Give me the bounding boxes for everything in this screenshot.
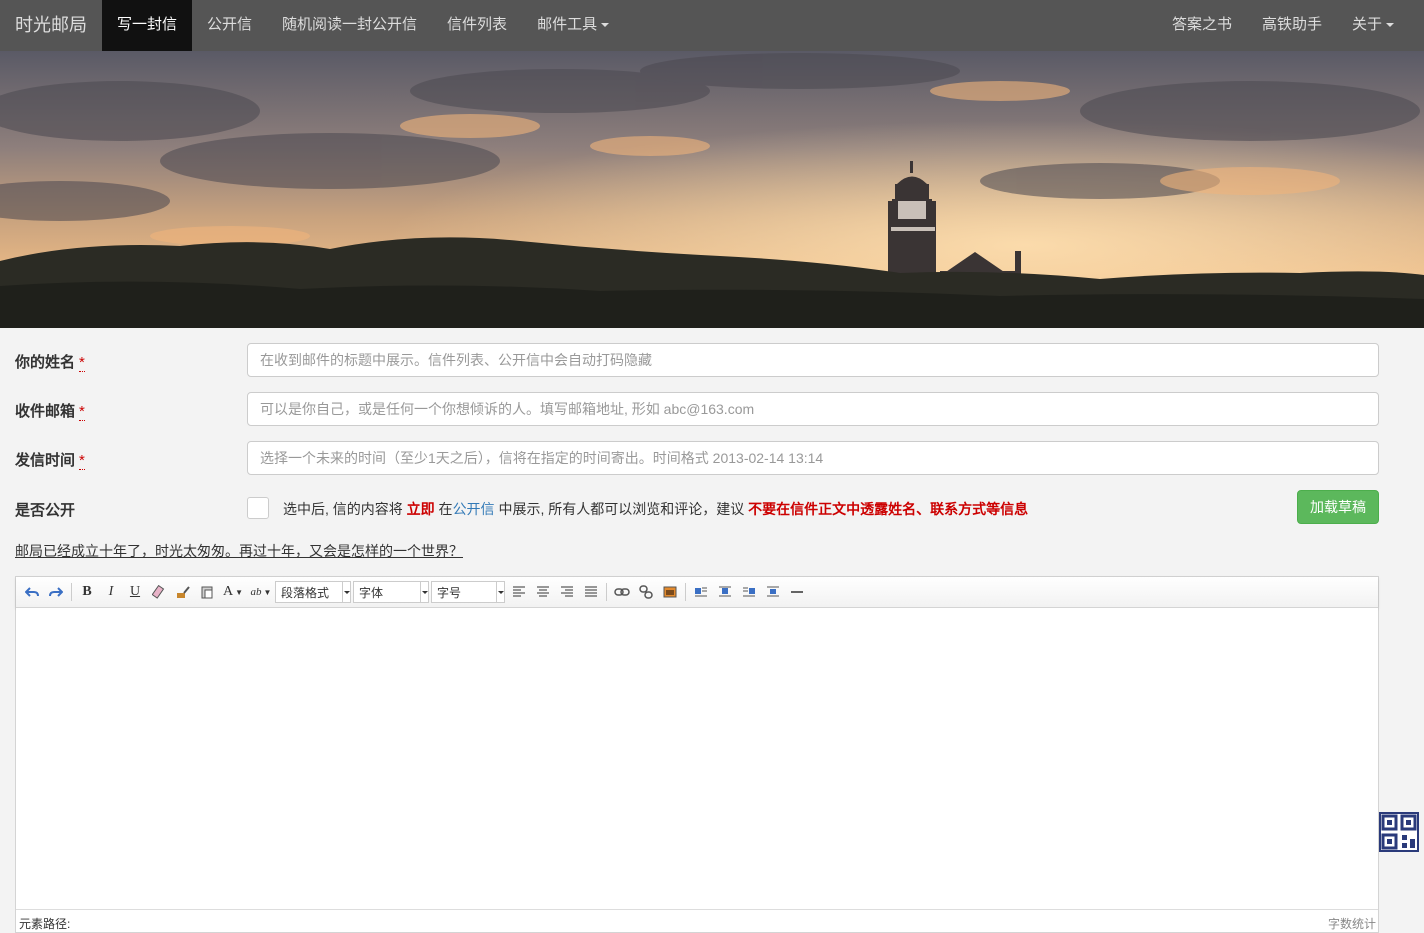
paragraph-format-select[interactable]: 段落格式	[275, 581, 351, 603]
email-input[interactable]	[247, 392, 1379, 426]
immediately-highlight: 立即	[406, 501, 435, 517]
public-text-part: 中展示, 所有人都可以浏览和评论，建议	[494, 501, 749, 517]
name-input[interactable]	[247, 343, 1379, 377]
nav-mail-tools-label: 邮件工具	[537, 16, 598, 33]
public-checkbox[interactable]	[247, 497, 269, 519]
link-icon[interactable]	[610, 581, 634, 603]
public-text-part: 选中后, 信的内容将	[283, 501, 407, 517]
chevron-down-icon	[601, 23, 610, 28]
image-float-left-icon[interactable]	[689, 581, 713, 603]
paste-plain-icon[interactable]	[195, 581, 219, 603]
required-mark: *	[79, 354, 85, 372]
redo-icon[interactable]	[44, 581, 68, 603]
send-time-input[interactable]	[247, 441, 1379, 475]
privacy-warning: 不要在信件正文中透露姓名、联系方式等信息	[748, 501, 1029, 517]
toolbar-separator	[685, 583, 686, 601]
chevron-down-icon	[342, 582, 350, 602]
top-navbar: 时光邮局 写一封信 公开信 随机阅读一封公开信 信件列表 邮件工具 答案之书 高…	[0, 0, 1424, 51]
slogan-link[interactable]: 邮局已经成立十年了，时光太匆匆。再过十年，又会是怎样的一个世界？	[15, 541, 463, 561]
email-label-text: 收件邮箱	[15, 403, 76, 420]
chevron-down-icon	[420, 582, 428, 602]
paragraph-format-label: 段落格式	[281, 585, 330, 600]
nav-mail-tools[interactable]: 邮件工具	[522, 0, 624, 51]
rich-text-editor: B I U A ▼ ab ▼ 段落格式 字体 字号 元素路径: 字数统计	[15, 576, 1379, 933]
align-right-icon[interactable]	[555, 581, 579, 603]
unlink-icon[interactable]	[634, 581, 658, 603]
image-float-none-icon[interactable]	[713, 581, 737, 603]
required-mark: *	[79, 452, 85, 470]
send-time-label-text: 发信时间	[15, 452, 76, 469]
element-path-label: 元素路径:	[19, 917, 71, 931]
email-label: 收件邮箱 *	[15, 400, 85, 421]
name-label-text: 你的姓名	[15, 354, 76, 371]
nav-about[interactable]: 关于	[1337, 0, 1409, 51]
toolbar-separator	[606, 583, 607, 601]
font-family-label: 字体	[359, 585, 384, 600]
highlight-color-icon[interactable]: ab ▼	[247, 581, 275, 603]
nav-right-group: 答案之书 高铁助手 关于	[1157, 0, 1424, 51]
undo-icon[interactable]	[20, 581, 44, 603]
image-center-icon[interactable]	[761, 581, 785, 603]
name-label: 你的姓名 *	[15, 351, 85, 372]
hero-banner-image	[0, 51, 1424, 328]
format-painter-icon[interactable]	[171, 581, 195, 603]
horizontal-rule-icon[interactable]	[785, 581, 809, 603]
public-label: 是否公开	[15, 502, 76, 519]
send-time-label: 发信时间 *	[15, 449, 85, 470]
nav-book-of-answers[interactable]: 答案之书	[1157, 0, 1247, 51]
align-justify-icon[interactable]	[579, 581, 603, 603]
public-description: 选中后, 信的内容将 立即 在公开信 中展示, 所有人都可以浏览和评论，建议 不…	[283, 499, 1028, 519]
chevron-down-icon	[1386, 23, 1394, 28]
underline-icon[interactable]: U	[123, 581, 147, 603]
align-left-icon[interactable]	[507, 581, 531, 603]
nav-train-helper[interactable]: 高铁助手	[1247, 0, 1337, 51]
nav-random-read[interactable]: 随机阅读一封公开信	[267, 0, 432, 51]
public-letters-link[interactable]: 公开信	[453, 501, 495, 517]
eraser-icon[interactable]	[147, 581, 171, 603]
toolbar-separator	[71, 583, 72, 601]
nav-about-label: 关于	[1351, 16, 1382, 33]
italic-icon[interactable]: I	[99, 581, 123, 603]
bold-icon[interactable]: B	[75, 581, 99, 603]
qr-code-icon[interactable]	[1379, 812, 1419, 852]
brand-logo[interactable]: 时光邮局	[0, 0, 102, 51]
public-text-part: 在	[434, 501, 453, 517]
nav-write-letter[interactable]: 写一封信	[102, 0, 193, 51]
editor-content-area[interactable]	[16, 608, 1378, 909]
editor-status-bar: 元素路径: 字数统计	[16, 909, 1378, 933]
load-draft-button[interactable]: 加载草稿	[1297, 490, 1379, 524]
font-size-label: 字号	[437, 585, 462, 600]
editor-toolbar: B I U A ▼ ab ▼ 段落格式 字体 字号	[16, 577, 1378, 608]
word-count-label: 字数统计	[1327, 917, 1376, 931]
font-family-select[interactable]: 字体	[353, 581, 429, 603]
nav-letter-list[interactable]: 信件列表	[432, 0, 522, 51]
insert-image-icon[interactable]	[658, 581, 682, 603]
font-size-select[interactable]: 字号	[431, 581, 505, 603]
align-center-icon[interactable]	[531, 581, 555, 603]
required-mark: *	[79, 403, 85, 421]
chevron-down-icon	[496, 582, 504, 602]
font-color-icon[interactable]: A ▼	[219, 581, 247, 603]
image-float-right-icon[interactable]	[737, 581, 761, 603]
nav-public-letters[interactable]: 公开信	[192, 0, 267, 51]
lighthouse-sunset-illustration	[0, 51, 1424, 328]
